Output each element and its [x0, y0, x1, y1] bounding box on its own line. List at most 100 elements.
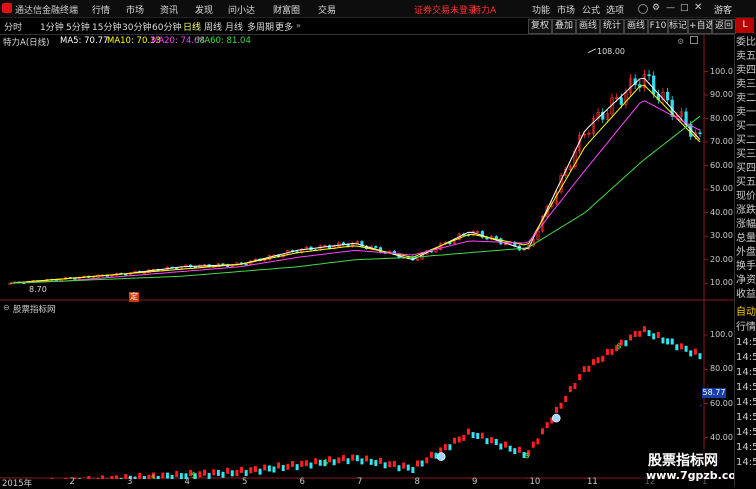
indicator-bar — [374, 460, 377, 466]
tab-more[interactable]: 更多 — [275, 20, 293, 33]
indicator-bar — [370, 459, 373, 465]
quote-field-label: 买二 — [736, 134, 756, 148]
fuquan-button[interactable]: 复权 — [528, 19, 552, 34]
time-axis-label: 4 — [185, 477, 190, 487]
tick-time-label: 14:56 — [736, 381, 756, 395]
menu-hangqing[interactable]: 行情 — [92, 3, 110, 16]
huaxian2-button[interactable]: 画线 — [624, 19, 648, 34]
quote-side-panel: 委比卖五卖四卖三卖二卖一买一买二买三买四买五现价涨跌涨幅总量外盘换手净资收益自动… — [734, 34, 756, 487]
signal-dot — [552, 414, 560, 422]
menu-zixun[interactable]: 资讯 — [160, 3, 178, 16]
menu-gongneng[interactable]: 功能 — [532, 3, 550, 16]
indicator-bar — [240, 467, 243, 473]
buy-signal-icon: $ — [323, 458, 328, 467]
tab-1min[interactable]: 1分钟 — [40, 20, 64, 33]
main-y-tick-label: 70.00 — [710, 137, 733, 146]
menu-caifuquan[interactable]: 财富圈 — [273, 3, 300, 16]
indicator-bar — [78, 478, 81, 479]
indicator-bar — [499, 444, 502, 450]
quote-field-label: 买三 — [736, 148, 756, 162]
menu-shichang-right[interactable]: 市场 — [557, 3, 575, 16]
indicator-bar — [467, 429, 470, 435]
indicator-bar — [430, 452, 433, 458]
quote-field-label: 买五 — [736, 176, 756, 190]
indicator-bar — [513, 448, 516, 454]
indicator-bar — [180, 473, 183, 479]
indicator-bar — [286, 464, 289, 470]
indicator-bar — [485, 438, 488, 444]
indicator-bar — [397, 465, 400, 471]
tab-60min[interactable]: 60分钟 — [152, 20, 181, 33]
indicator-bar — [680, 343, 683, 349]
indicator-bar — [212, 469, 215, 475]
indicator-bar — [379, 458, 382, 464]
indicator-bar — [624, 340, 627, 346]
quote-field-label: 涨跌 — [736, 204, 756, 218]
buy-signal-icon: $ — [151, 473, 156, 479]
trade-login-status: 证券交易未登录 — [414, 3, 477, 16]
auto-toggle[interactable]: 自动 — [736, 306, 756, 320]
settings-icon[interactable]: ⚙ — [652, 3, 660, 13]
indicator-bar — [416, 460, 419, 466]
tab-fenshi[interactable]: 分时 — [4, 20, 22, 33]
menu-xuanxiang[interactable]: 选项 — [606, 3, 624, 16]
ma20-line — [10, 101, 700, 283]
indicator-bar — [305, 460, 308, 466]
quote-field-label: 收益 — [736, 288, 756, 302]
guest-label[interactable]: 游客 — [714, 3, 732, 16]
biaoji-button[interactable]: 标记 — [668, 19, 688, 34]
indicator-bar — [347, 458, 350, 464]
menu-gongshi[interactable]: 公式 — [582, 3, 600, 16]
indicator-bar — [291, 461, 294, 467]
main-y-tick-label: 10.00 — [710, 278, 733, 287]
more-chevron-icon[interactable]: » — [296, 21, 301, 30]
tick-time-label: 14:56 — [736, 426, 756, 440]
menu-shichang[interactable]: 市场 — [126, 3, 144, 16]
huaxian-button[interactable]: 画线 — [576, 19, 600, 34]
sub-chart-toggle-icon[interactable]: ⊖ — [3, 303, 10, 312]
tab-daily[interactable]: 日线 — [183, 20, 201, 33]
menu-faxian[interactable]: 发现 — [195, 3, 213, 16]
main-y-tick-label: 60.00 — [710, 161, 733, 170]
main-y-tick-label: 40.00 — [710, 208, 733, 217]
buy-signal-icon: $ — [191, 471, 196, 479]
minimize-icon[interactable]: — — [666, 3, 675, 13]
low-price-label: 8.70 — [29, 285, 47, 294]
indicator-bar — [411, 467, 414, 473]
sub-chart-title: 股票指标网 — [13, 303, 56, 315]
title-bar: 通达信金融终端 行情 市场 资讯 发现 问小达 财富圈 交易 证券交易未登录 特… — [0, 0, 756, 18]
quote-field-label: 涨幅 — [736, 218, 756, 232]
indicator-bar — [638, 331, 641, 337]
tick-time-label: 14:56 — [736, 441, 756, 455]
indicator-bar — [259, 469, 262, 475]
tab-30min[interactable]: 30分钟 — [122, 20, 151, 33]
tab-weekly[interactable]: 周线 — [204, 20, 222, 33]
tongji-button[interactable]: 统计 — [600, 19, 624, 34]
time-axis-label: 2015年 — [2, 477, 32, 489]
level2-badge-icon[interactable]: L — [736, 18, 754, 33]
indicator-bar — [652, 333, 655, 339]
close-icon[interactable]: ✕ — [694, 2, 702, 13]
menu-jiaoyi[interactable]: 交易 — [318, 3, 336, 16]
indicator-bar — [476, 433, 479, 439]
diejia-button[interactable]: 叠加 — [552, 19, 576, 34]
tab-15min[interactable]: 15分钟 — [92, 20, 121, 33]
tab-5min[interactable]: 5分钟 — [66, 20, 90, 33]
menu-wenxiaoda[interactable]: 问小达 — [228, 3, 255, 16]
indicator-bar — [407, 465, 410, 471]
tab-multi-period[interactable]: 多周期 — [247, 20, 274, 33]
back-button[interactable]: 返回 — [712, 19, 736, 34]
maximize-icon[interactable]: □ — [680, 3, 689, 13]
indicator-bar — [87, 476, 90, 479]
f10-button[interactable]: F10 — [648, 19, 668, 34]
add-watchlist-button[interactable]: +自选 — [688, 19, 712, 34]
main-y-tick-label: 80.00 — [710, 114, 733, 123]
user-icon[interactable] — [638, 4, 648, 14]
indicator-bar — [518, 447, 521, 453]
indicator-bar — [578, 374, 581, 380]
indicator-bar — [555, 407, 558, 413]
tick-time-label: 14:56 — [736, 411, 756, 425]
indicator-bar — [444, 444, 447, 450]
kline-chart[interactable]: $$$$$ — [0, 34, 734, 479]
tab-monthly[interactable]: 月线 — [225, 20, 243, 33]
